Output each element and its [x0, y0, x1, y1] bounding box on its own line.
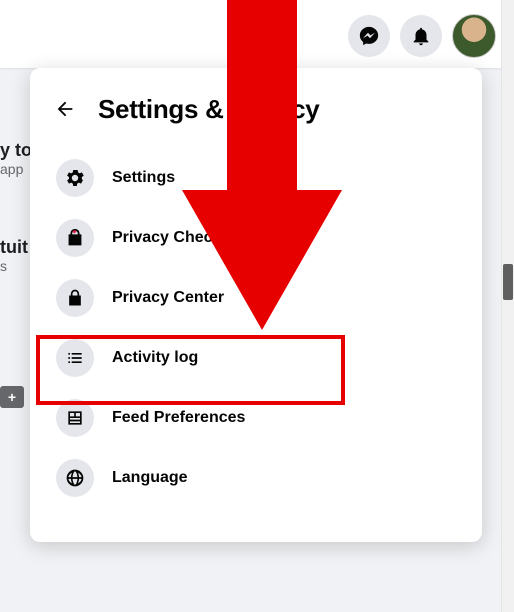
- menu-item-privacy-center[interactable]: Privacy Center: [48, 268, 464, 328]
- menu-item-label: Privacy Checkup: [112, 229, 241, 247]
- messenger-icon: [358, 25, 380, 47]
- bell-icon: [410, 25, 432, 47]
- globe-icon: [56, 459, 94, 497]
- menu-item-label: Settings: [112, 169, 175, 187]
- menu-item-label: Activity log: [112, 349, 198, 367]
- panel-header: Settings & privacy: [48, 92, 464, 126]
- settings-privacy-panel: Settings & privacy Settings Privacy Chec…: [30, 68, 482, 542]
- top-navbar: [0, 0, 514, 68]
- bg-text: s: [0, 258, 32, 274]
- plus-icon: +: [8, 389, 16, 405]
- profile-avatar[interactable]: [452, 14, 496, 58]
- camera-badge: +: [0, 386, 24, 408]
- background-content-left: y to app tuit s: [0, 140, 32, 274]
- bg-text: app: [0, 161, 32, 177]
- menu-item-settings[interactable]: Settings: [48, 148, 464, 208]
- top-icons: [348, 14, 496, 58]
- feed-icon: [56, 399, 94, 437]
- panel-title: Settings & privacy: [98, 94, 319, 125]
- notifications-button[interactable]: [400, 15, 442, 57]
- menu-item-label: Language: [112, 469, 188, 487]
- back-button[interactable]: [48, 92, 82, 126]
- menu-item-language[interactable]: Language: [48, 448, 464, 508]
- lock-heart-icon: [56, 219, 94, 257]
- messenger-button[interactable]: [348, 15, 390, 57]
- list-icon: [56, 339, 94, 377]
- menu-item-privacy-checkup[interactable]: Privacy Checkup: [48, 208, 464, 268]
- menu-item-label: Feed Preferences: [112, 409, 245, 427]
- lock-icon: [56, 279, 94, 317]
- bg-text: y to: [0, 140, 32, 161]
- gear-icon: [56, 159, 94, 197]
- menu-list: Settings Privacy Checkup Privacy Center …: [48, 148, 464, 508]
- menu-item-feed-preferences[interactable]: Feed Preferences: [48, 388, 464, 448]
- menu-item-label: Privacy Center: [112, 289, 224, 307]
- vertical-scrollbar[interactable]: [501, 0, 514, 612]
- bg-text: tuit: [0, 237, 32, 258]
- arrow-left-icon: [54, 98, 76, 120]
- menu-item-activity-log[interactable]: Activity log: [48, 328, 464, 388]
- scrollbar-thumb[interactable]: [503, 264, 513, 300]
